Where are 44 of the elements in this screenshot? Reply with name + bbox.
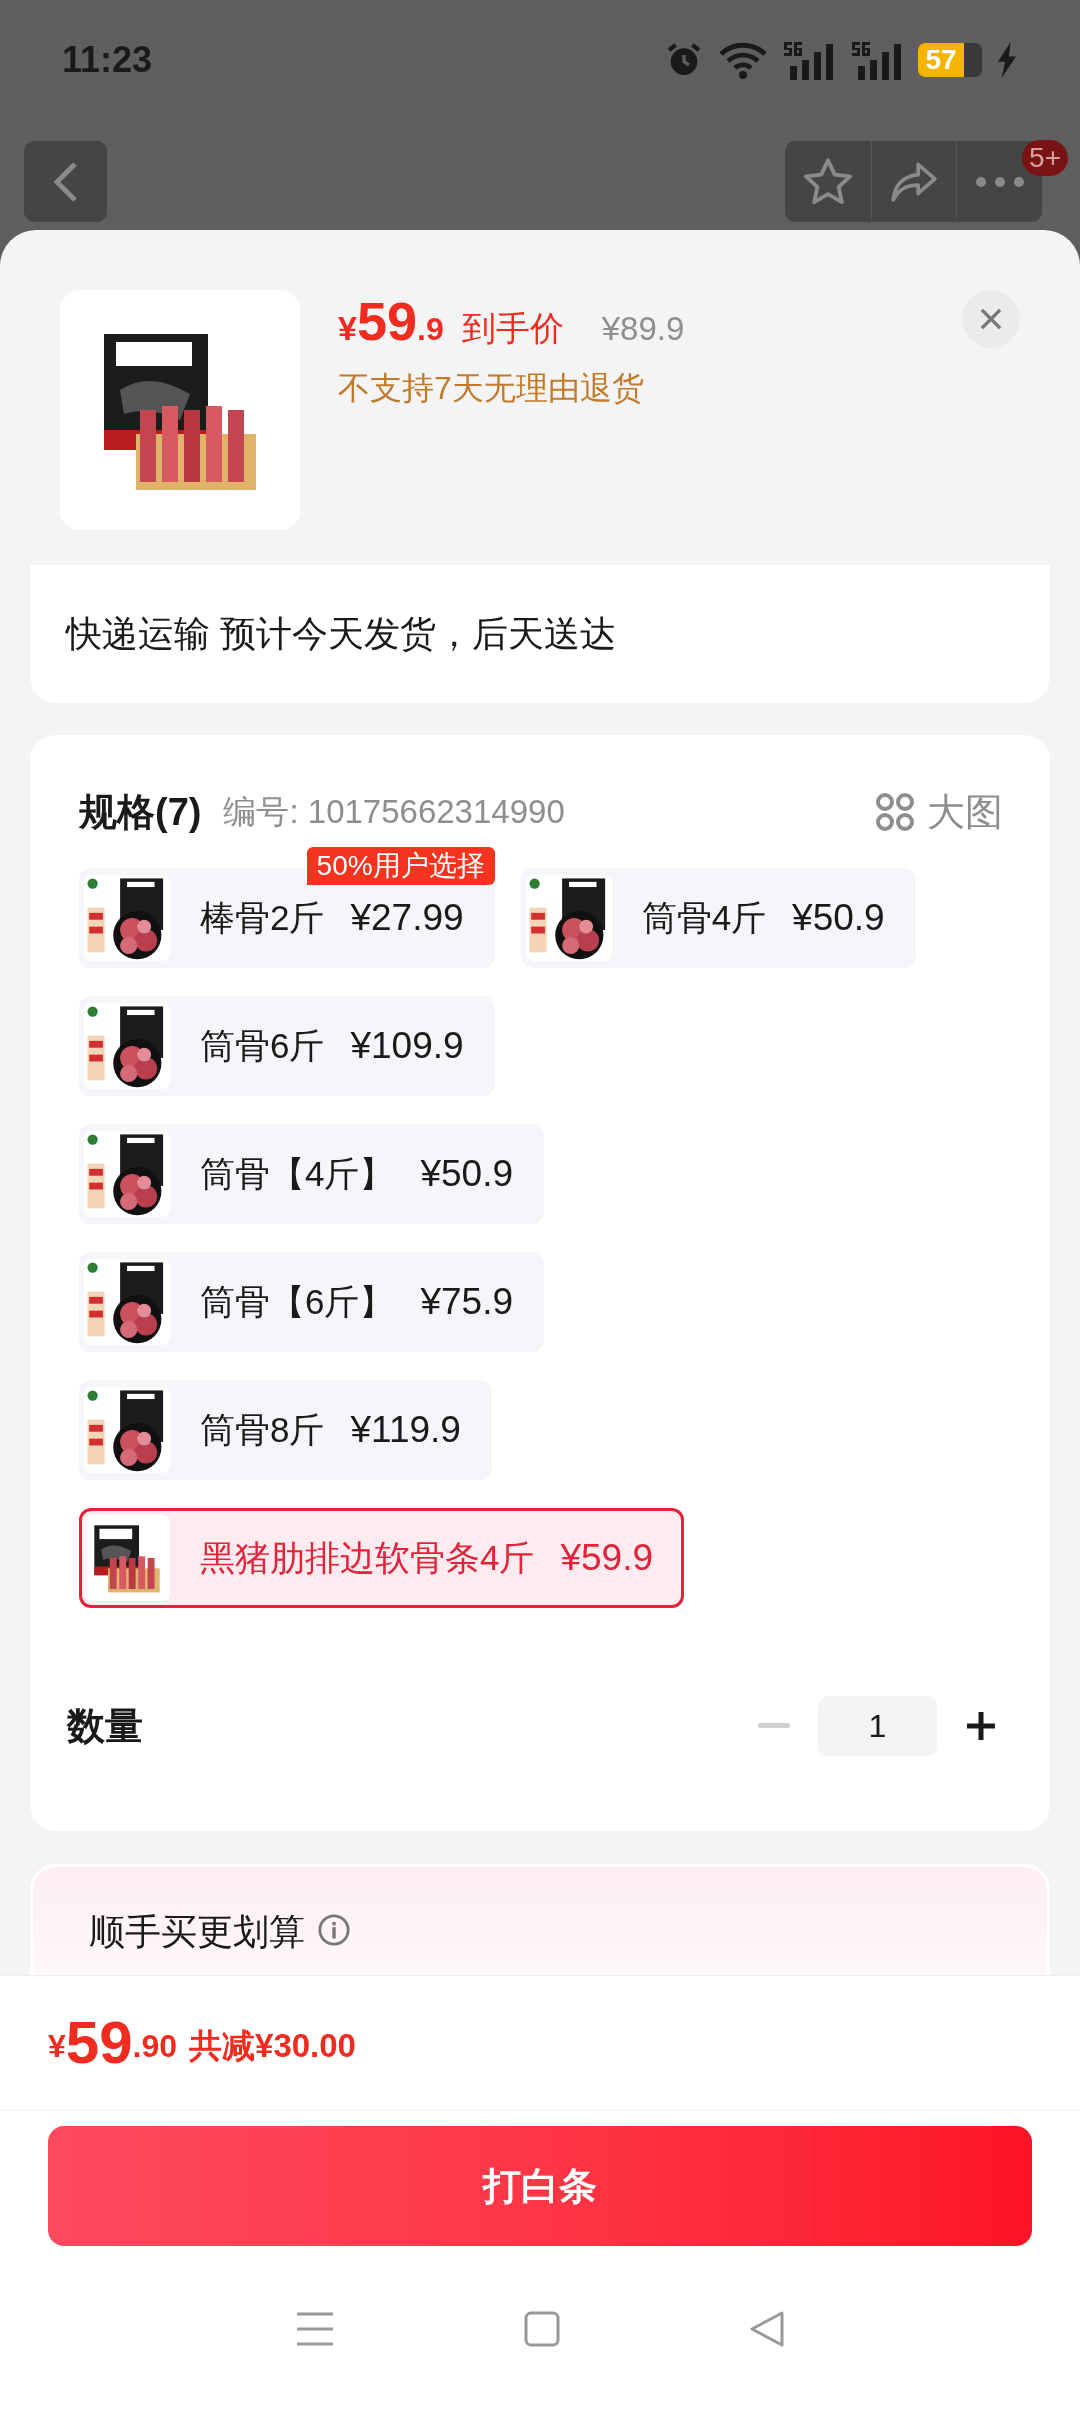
menu-icon[interactable] — [294, 2311, 335, 2347]
clock-time: 11:23 — [62, 38, 153, 82]
total-currency: ¥ — [48, 2028, 66, 2066]
spec-title: 规格(7) — [79, 789, 202, 835]
info-icon — [317, 1913, 351, 1947]
back-button[interactable] — [24, 141, 107, 222]
signal-icon — [782, 40, 836, 80]
signal-icon — [850, 40, 904, 80]
notification-badge: 5+ — [1022, 140, 1068, 176]
share-arrow-icon — [889, 159, 939, 204]
share-button[interactable] — [871, 141, 957, 222]
original-price: ¥89.9 — [601, 309, 685, 349]
plus-icon — [965, 1710, 997, 1742]
price-label: 到手价 — [461, 308, 564, 349]
product-code: 编号: 10175662314990 — [223, 792, 565, 833]
more-icon — [974, 175, 1025, 188]
spec-option[interactable]: 筒骨6斤 ¥109.9 — [79, 996, 495, 1096]
quantity-field[interactable]: 1 — [818, 1696, 937, 1756]
price-integer: 59 — [356, 294, 417, 348]
popular-choice-badge: 50%用户选择 — [306, 847, 495, 885]
total-decimal: .90 — [132, 2027, 178, 2066]
battery-icon: 57 — [918, 43, 982, 77]
quantity-label: 数量 — [67, 1703, 143, 1749]
upsell-title: 顺手买更划算 — [89, 1910, 305, 1954]
charging-icon — [996, 42, 1018, 78]
currency-symbol: ¥ — [338, 309, 357, 349]
price-decimal: .9 — [417, 310, 444, 349]
star-icon — [802, 156, 854, 207]
wifi-icon — [718, 40, 768, 80]
spec-option[interactable]: 筒骨【4斤】 ¥50.9 — [79, 1124, 545, 1224]
grid-icon — [875, 792, 915, 832]
spec-option[interactable]: 筒骨8斤 ¥119.9 — [79, 1380, 492, 1480]
close-icon — [978, 306, 1004, 332]
back-icon[interactable] — [749, 2310, 786, 2348]
pay-button[interactable]: 打白条 — [48, 2126, 1032, 2246]
return-policy-notice: 不支持7天无理由退货 — [338, 369, 645, 408]
spec-option[interactable]: 筒骨【6斤】 ¥75.9 — [79, 1252, 545, 1352]
spec-option[interactable]: 黑猪肋排边软骨条4斤 ¥59.9 — [79, 1508, 685, 1608]
home-icon[interactable] — [524, 2311, 560, 2347]
minus-icon — [758, 1723, 790, 1729]
discount-total: 共减¥30.00 — [189, 2025, 356, 2066]
spec-option[interactable]: 筒骨4斤 ¥50.9 — [520, 868, 916, 968]
total-integer: 59 — [65, 2013, 133, 2073]
delivery-info: 快递运输 预计今天发货，后天送达 — [66, 612, 616, 656]
